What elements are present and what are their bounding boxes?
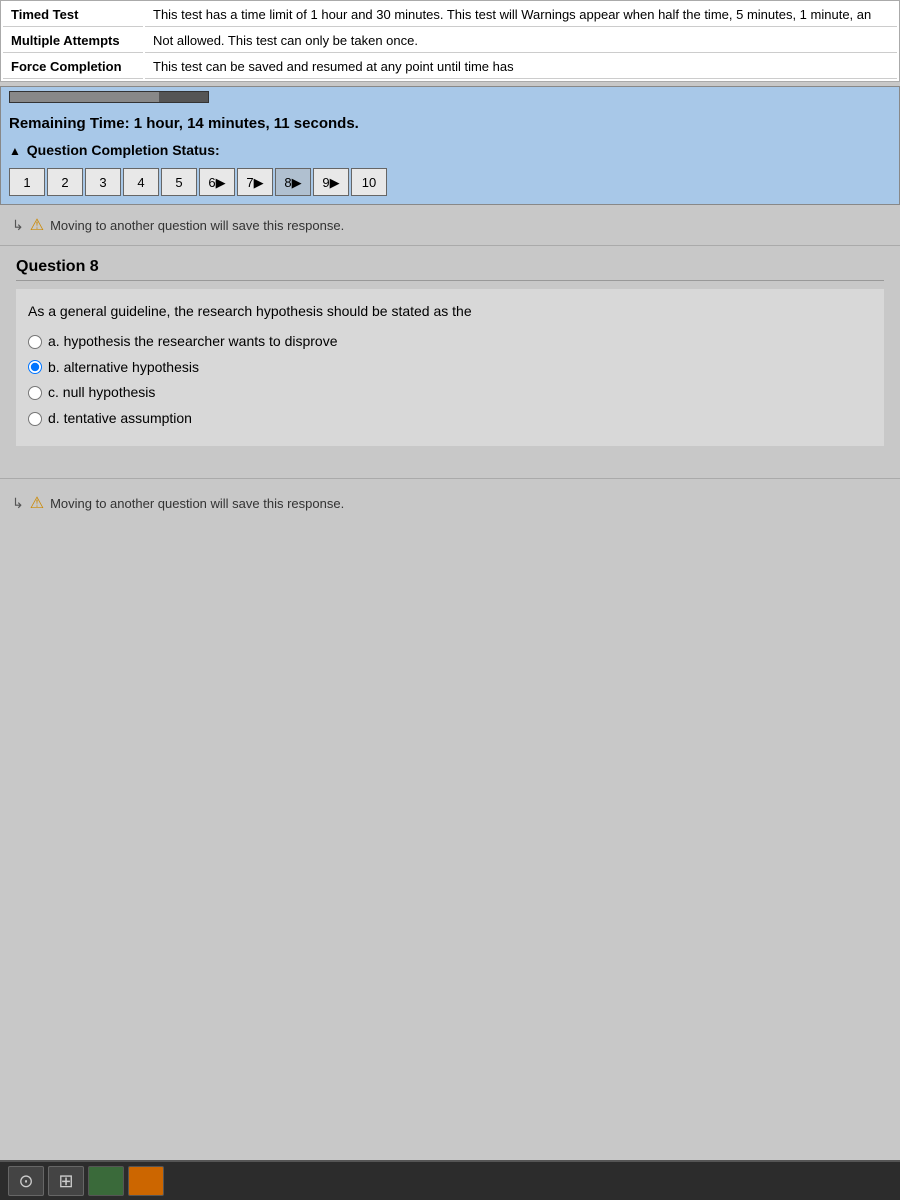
answer-option-d: d. tentative assumption <box>28 409 872 429</box>
question-button-7[interactable]: 7▶ <box>237 168 273 196</box>
question-button-8[interactable]: 8▶ <box>275 168 311 196</box>
remaining-time-text: Remaining Time: 1 hour, 14 minutes, 11 s… <box>1 109 899 138</box>
timer-panel: Remaining Time: 1 hour, 14 minutes, 11 s… <box>0 86 900 205</box>
separator-1 <box>0 245 900 246</box>
multiple-attempts-label: Multiple Attempts <box>3 29 143 53</box>
question-text: As a general guideline, the research hyp… <box>28 301 872 322</box>
completion-status-label: Question Completion Status: <box>27 142 220 158</box>
separator-2 <box>0 478 900 479</box>
timed-test-desc: This test has a time limit of 1 hour and… <box>145 3 897 27</box>
answer-option-b: b. alternative hypothesis <box>28 358 872 378</box>
radio-c[interactable] <box>28 386 42 400</box>
force-completion-desc: This test can be saved and resumed at an… <box>145 55 897 79</box>
arrow-right-icon-2: ↳ <box>12 495 24 512</box>
force-completion-label: Force Completion <box>3 55 143 79</box>
arrow-right-icon: ↳ <box>12 217 24 234</box>
question-button-4[interactable]: 4 <box>123 168 159 196</box>
question-button-2[interactable]: 2 <box>47 168 83 196</box>
answer-label-b: b. alternative hypothesis <box>48 358 199 378</box>
question-body: As a general guideline, the research hyp… <box>16 289 884 446</box>
answer-option-a: a. hypothesis the researcher wants to di… <box>28 332 872 352</box>
bottom-warning-bar: ↳ ⚠ Moving to another question will save… <box>0 487 900 519</box>
question-section: Question 8 As a general guideline, the r… <box>0 250 900 474</box>
question-button-3[interactable]: 3 <box>85 168 121 196</box>
multiple-attempts-desc: Not allowed. This test can only be taken… <box>145 29 897 53</box>
answer-options: a. hypothesis the researcher wants to di… <box>28 332 872 428</box>
answer-label-c: c. null hypothesis <box>48 383 155 403</box>
question-button-10[interactable]: 10 <box>351 168 387 196</box>
question-button-9[interactable]: 9▶ <box>313 168 349 196</box>
taskbar-orange-icon[interactable] <box>128 1166 164 1196</box>
question-buttons-row: 123456▶7▶8▶9▶10 <box>1 164 899 204</box>
question-button-1[interactable]: 1 <box>9 168 45 196</box>
test-info-table: Timed Test This test has a time limit of… <box>0 0 900 82</box>
top-warning-bar: ↳ ⚠ Moving to another question will save… <box>0 209 900 241</box>
timed-test-label: Timed Test <box>3 3 143 27</box>
warning-triangle-icon: ⚠ <box>30 215 44 235</box>
top-warning-text: Moving to another question will save thi… <box>50 218 344 233</box>
taskbar-green-icon[interactable] <box>88 1166 124 1196</box>
collapse-arrow-icon[interactable]: ▲ <box>9 144 21 158</box>
taskbar-grid-button[interactable]: ⊞ <box>48 1166 84 1196</box>
question-button-6[interactable]: 6▶ <box>199 168 235 196</box>
progress-bar-container <box>9 91 209 103</box>
answer-option-c: c. null hypothesis <box>28 383 872 403</box>
completion-status-header: ▲ Question Completion Status: <box>1 138 899 164</box>
question-title: Question 8 <box>16 258 884 281</box>
radio-d[interactable] <box>28 412 42 426</box>
answer-label-a: a. hypothesis the researcher wants to di… <box>48 332 338 352</box>
radio-a[interactable] <box>28 335 42 349</box>
question-button-5[interactable]: 5 <box>161 168 197 196</box>
progress-bar-fill <box>10 92 159 102</box>
taskbar: ⊙ ⊞ <box>0 1160 900 1200</box>
bottom-warning-text: Moving to another question will save thi… <box>50 496 344 511</box>
warning-triangle-icon-2: ⚠ <box>30 493 44 513</box>
radio-b[interactable] <box>28 360 42 374</box>
answer-label-d: d. tentative assumption <box>48 409 192 429</box>
taskbar-search-button[interactable]: ⊙ <box>8 1166 44 1196</box>
